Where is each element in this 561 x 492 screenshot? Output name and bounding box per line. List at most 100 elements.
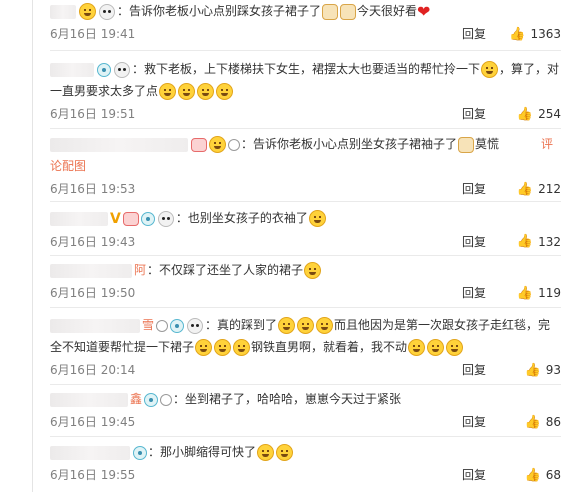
like-button[interactable]: 👍 254 (517, 104, 561, 125)
laughing-emoji-icon (408, 339, 426, 356)
username[interactable] (50, 211, 108, 226)
report-label: 评 (540, 137, 553, 151)
comment-meta: 6月16日 19:43 回复 👍 132 (50, 232, 561, 252)
thumbs-up-icon: 👍 (509, 26, 526, 42)
divider (50, 201, 561, 202)
laughing-emoji-icon (195, 339, 213, 356)
laughing-emoji-icon (316, 317, 334, 334)
comment-item: ：救下老板，上下楼梯扶下女生，裙摆太大也要适当的帮忙拎一下 ，算了，对一直男要求太… (50, 58, 561, 124)
comment-body: ：那小脚缩得可快了 (148, 445, 257, 459)
thumbs-up-icon: 👍 (524, 467, 541, 483)
laughing-emoji-icon (216, 83, 234, 100)
like-button[interactable]: 👍 68 (525, 465, 561, 486)
comment-item: V ：也别坐女孩子的衣袖了 6月16日 19:43 回复 👍 132 (50, 207, 561, 252)
reply-button[interactable]: 回复 (462, 104, 486, 124)
divider (50, 384, 561, 385)
cat-emoji-icon (322, 3, 339, 20)
comment-text: V ：也别坐女孩子的衣袖了 (50, 207, 561, 230)
reply-button[interactable]: 回复 (462, 360, 486, 380)
reply-button[interactable]: 回复 (462, 24, 486, 44)
laughing-emoji-icon (304, 262, 322, 279)
thumbs-up-icon: 👍 (516, 234, 534, 249)
username[interactable] (50, 445, 130, 460)
comment-date: 6月16日 19:45 (50, 415, 136, 429)
comment-item: 雪：真的踩到了 而且他因为是第一次跟女孩子走红毯，完全不知道要帮忙提一下裙子 钢铁直… (50, 314, 561, 380)
reply-button[interactable]: 回复 (462, 465, 486, 485)
flower-badge-icon (191, 137, 207, 152)
like-button[interactable]: 👍 93 (525, 360, 561, 381)
comment-image-link[interactable]: 论配图 (50, 155, 561, 177)
heart-icon: ❤ (417, 1, 431, 21)
thumbs-up-icon: 👍 (524, 414, 541, 430)
like-button[interactable]: 👍 1363 (509, 24, 561, 45)
divider (50, 128, 561, 129)
comment-item: ：告诉你老板小心点别坐女孩子裙袖子了 莫慌 评 论配图 6月16日 19:53 回复… (50, 133, 561, 199)
comment-body: ：告诉你老板小心点别坐女孩子裙袖子了 (241, 137, 458, 151)
comment-body: ：也别坐女孩子的衣袖了 (175, 211, 308, 225)
like-count: 86 (545, 415, 561, 429)
like-count: 119 (538, 286, 561, 300)
comment-date: 6月16日 19:43 (50, 234, 136, 249)
laughing-emoji-icon (197, 83, 215, 100)
reply-button[interactable]: 回复 (462, 412, 486, 432)
username[interactable] (50, 62, 94, 77)
panda-icon (187, 317, 204, 334)
medal-icon (160, 393, 173, 406)
like-button[interactable]: 👍 212 (517, 179, 561, 200)
reply-button[interactable]: 回复 (462, 232, 486, 252)
comment-body: ：不仅踩了还坐了人家的裙子 (147, 263, 304, 277)
left-rule (32, 0, 33, 492)
divider (50, 307, 561, 308)
username[interactable] (50, 263, 132, 278)
verified-badge-icon (140, 211, 155, 226)
medal-icon (156, 319, 169, 332)
thumbs-up-icon: 👍 (524, 362, 541, 378)
cat-emoji-icon (340, 3, 357, 20)
like-button[interactable]: 👍 119 (517, 283, 561, 304)
comment-meta: 6月16日 19:45 回复 👍 86 (50, 412, 561, 432)
panda-icon (114, 61, 130, 78)
laughing-emoji-icon (79, 3, 96, 20)
comment-meta: 6月16日 19:50 回复 👍 119 (50, 283, 561, 303)
flower-badge-icon (122, 211, 139, 226)
like-count: 132 (538, 234, 561, 249)
comment-body-3: 钢铁直男啊，就看着，我不动 (251, 340, 408, 354)
reply-button[interactable]: 回复 (462, 283, 486, 303)
laughing-emoji-icon (178, 83, 196, 100)
username-tail[interactable]: 阿 (134, 263, 146, 277)
laughing-emoji-icon (481, 61, 499, 78)
username-tail[interactable]: 雪 (142, 318, 154, 332)
comment-date: 6月16日 19:50 (50, 286, 136, 300)
report-link[interactable]: 评 (541, 133, 553, 155)
comment-body: ：救下老板，上下楼梯扶下女生，裙摆太大也要适当的帮忙拎一下 (132, 62, 481, 76)
laughing-emoji-icon (233, 339, 251, 356)
username[interactable] (50, 137, 188, 152)
like-count: 93 (545, 363, 561, 377)
comment-body-2: 今天很好看 (357, 4, 418, 18)
username[interactable] (50, 392, 128, 407)
like-count: 212 (538, 182, 561, 196)
divider (50, 436, 561, 437)
laughing-emoji-icon (446, 339, 464, 356)
like-button[interactable]: 👍 86 (525, 412, 561, 433)
like-count: 254 (538, 107, 561, 121)
comment-meta: 6月16日 19:55 回复 👍 68 (50, 465, 561, 485)
comment-text: ：那小脚缩得可快了 (50, 441, 561, 463)
reply-button[interactable]: 回复 (462, 179, 486, 199)
thumbs-up-icon: 👍 (516, 106, 534, 122)
laughing-emoji-icon (159, 83, 177, 100)
vip-icon: V (110, 210, 121, 227)
thumbs-up-icon: 👍 (516, 285, 534, 301)
like-button[interactable]: 👍 132 (517, 232, 561, 253)
username[interactable] (50, 4, 76, 19)
comment-meta: 6月16日 20:14 回复 👍 93 (50, 360, 561, 380)
sunglasses-emoji-icon (209, 136, 226, 153)
comment-text: ：告诉你老板小心点别踩女孩子裙子了 今天很好看❤ (50, 0, 561, 22)
thumbs-up-icon: 👍 (516, 181, 534, 197)
cat-emoji-icon (458, 136, 475, 153)
comment-date: 6月16日 19:51 (50, 107, 136, 121)
comment-meta: 6月16日 19:53 回复 👍 212 (50, 179, 561, 199)
username[interactable] (50, 318, 140, 333)
username-tail[interactable]: 鑫 (130, 392, 142, 406)
verified-badge-icon (170, 318, 185, 333)
